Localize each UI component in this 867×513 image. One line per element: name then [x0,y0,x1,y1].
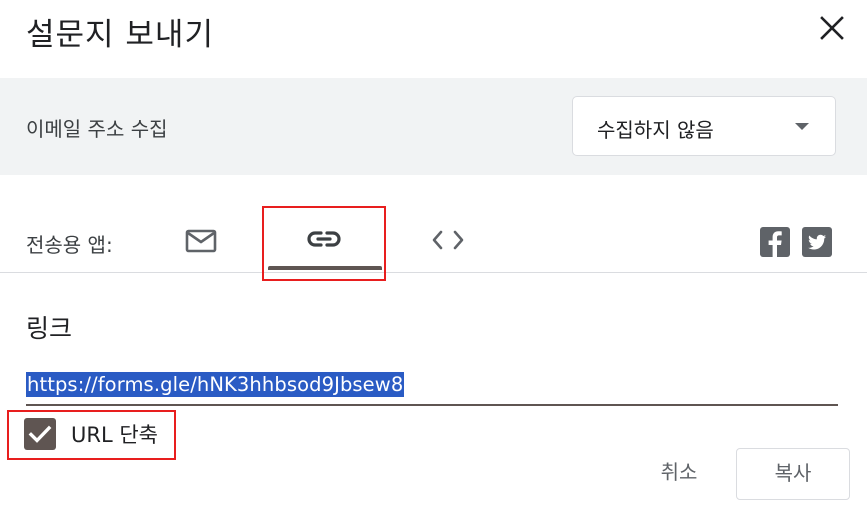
close-icon[interactable] [816,12,848,44]
checkmark-icon [28,425,52,443]
link-icon [307,231,341,247]
send-via-row: 전송용 앱: [0,200,867,273]
twitter-share-button[interactable] [802,227,832,257]
tab-link[interactable] [266,200,382,272]
cancel-button[interactable]: 취소 [646,452,712,492]
facebook-icon [768,231,782,257]
email-collection-section: 이메일 주소 수집 수집하지 않음 [0,78,867,175]
dialog-title: 설문지 보내기 [26,17,214,53]
embed-code-icon [432,230,464,250]
email-collection-label: 이메일 주소 수집 [26,117,168,141]
selected-tab-indicator [268,266,382,270]
tab-email[interactable] [166,200,236,272]
twitter-icon [808,234,826,250]
link-url-text[interactable]: https://forms.gle/hNK3hhbsod9Jbsew8 [26,372,405,397]
email-icon [185,229,217,253]
link-heading: 링크 [26,314,73,343]
send-form-dialog: 설문지 보내기 이메일 주소 수집 수집하지 않음 전송용 앱: 링크 http… [0,0,867,513]
close-button[interactable] [816,12,848,44]
dropdown-arrow-icon [795,123,809,130]
shorten-url-checkbox[interactable] [24,418,56,450]
email-collection-dropdown[interactable]: 수집하지 않음 [572,96,836,156]
facebook-share-button[interactable] [760,227,790,257]
shorten-url-label[interactable]: URL 단축 [71,419,158,449]
tab-embed[interactable] [410,200,484,272]
send-via-label: 전송용 앱: [26,233,113,257]
copy-button[interactable]: 복사 [736,448,850,500]
link-url-field[interactable]: https://forms.gle/hNK3hhbsod9Jbsew8 [26,368,838,406]
email-collection-selected-value: 수집하지 않음 [597,118,714,142]
